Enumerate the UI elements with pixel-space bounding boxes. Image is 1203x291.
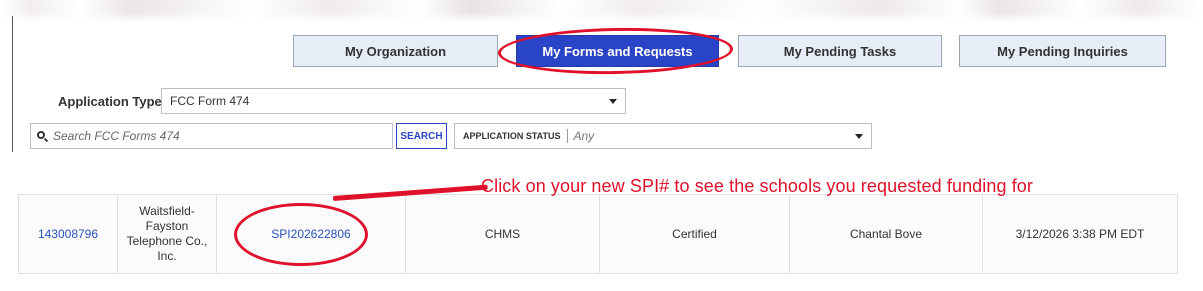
search-icon [37,130,49,142]
user-cell: Chantal Bove [789,194,983,274]
application-type-select[interactable]: FCC Form 474 [161,88,626,114]
application-type-value: FCC Form 474 [170,94,250,108]
status-divider [566,129,568,143]
chevron-down-icon [609,99,617,104]
application-status-value: Any [573,129,595,143]
nickname-cell: CHMS [405,194,600,274]
tab-my-forms-and-requests[interactable]: My Forms and Requests [516,35,719,67]
search-field[interactable] [30,123,393,149]
results-table: 143008796 Waitsfield-Fayston Telephone C… [18,194,1178,274]
tab-my-pending-tasks[interactable]: My Pending Tasks [738,35,942,67]
provider-name-cell: Waitsfield-Fayston Telephone Co., Inc. [117,194,217,274]
tab-my-organization[interactable]: My Organization [293,35,498,67]
tab-my-pending-inquiries[interactable]: My Pending Inquiries [959,35,1166,67]
status-cell: Certified [599,194,790,274]
search-input[interactable] [53,129,383,143]
date-cell: 3/12/2026 3:38 PM EDT [982,194,1178,274]
chevron-down-icon [855,134,863,139]
application-type-label: Application Type [58,94,162,109]
application-status-select[interactable]: APPLICATION STATUS Any [454,123,872,149]
table-row: 143008796 Waitsfield-Fayston Telephone C… [18,194,1178,274]
application-id-link[interactable]: 143008796 [18,194,118,274]
instruction-annotation: Click on your new SPI# to see the school… [481,176,1034,196]
search-button[interactable]: SEARCH [396,123,447,149]
application-status-label: APPLICATION STATUS [463,131,561,141]
spi-number-link[interactable]: SPI202622806 [216,194,406,274]
left-divider [12,16,13,152]
